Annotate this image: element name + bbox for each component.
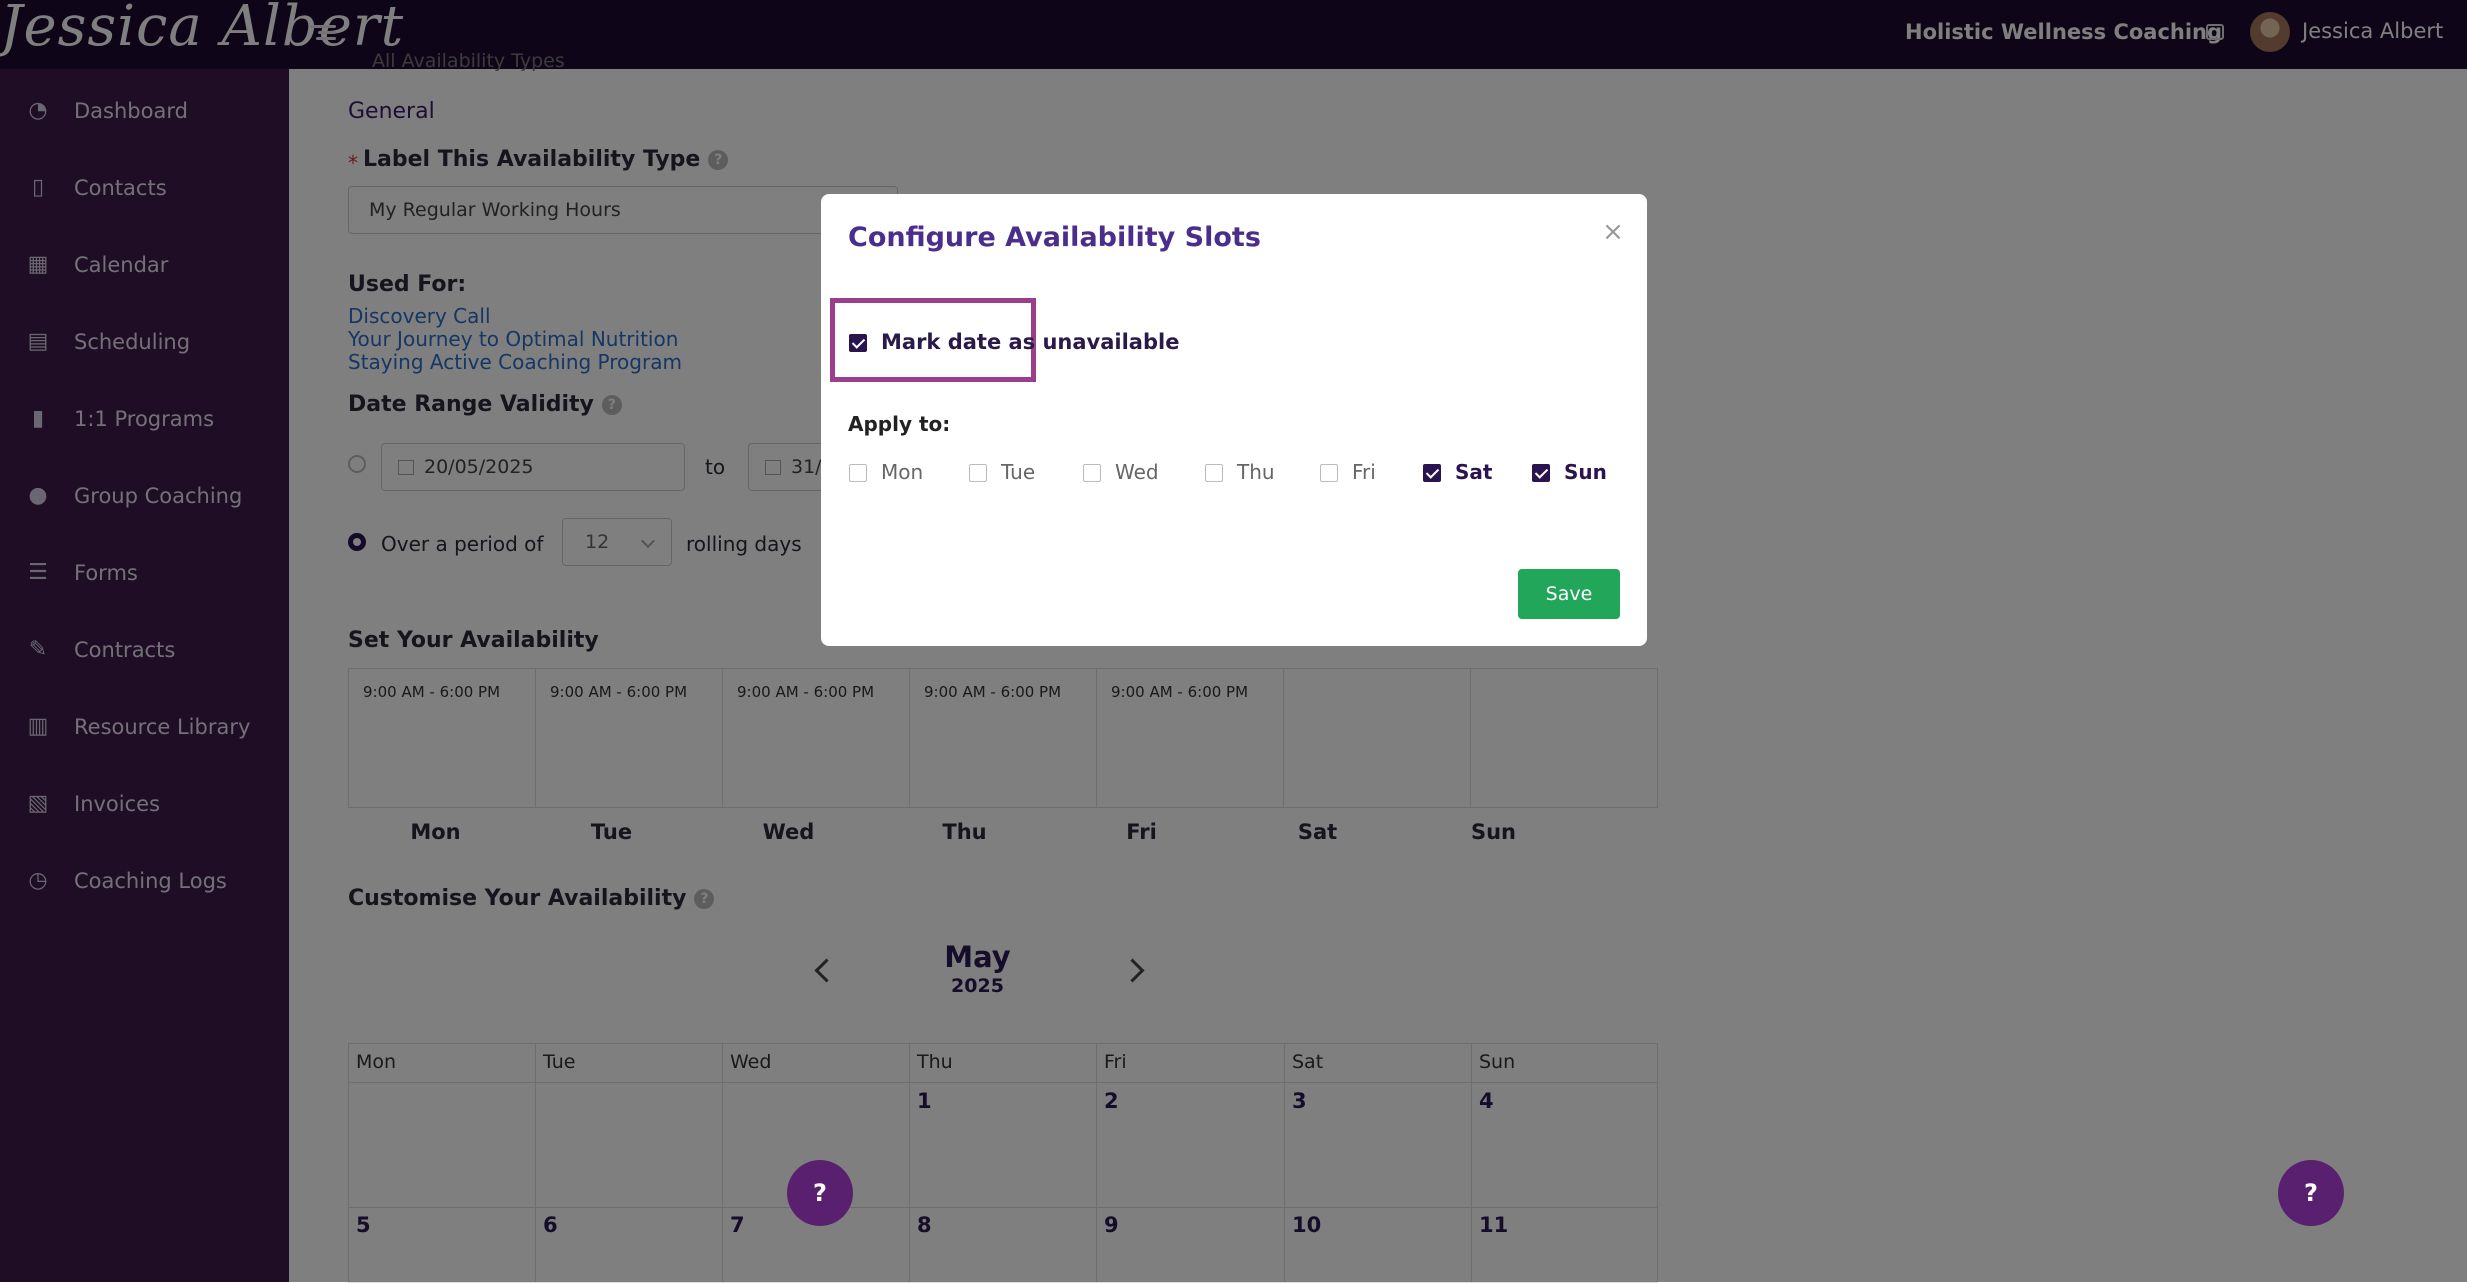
day-checkbox-wed[interactable] (1083, 464, 1101, 482)
mark-unavailable-label[interactable]: Mark date as unavailable (881, 330, 1179, 354)
modal-title: Configure Availability Slots (848, 222, 1261, 253)
day-checkbox-thu[interactable] (1205, 464, 1223, 482)
day-label[interactable]: Tue (1001, 460, 1035, 484)
day-label[interactable]: Sun (1564, 460, 1607, 484)
close-icon[interactable]: × (1600, 219, 1626, 245)
day-checkbox-sat[interactable] (1423, 464, 1441, 482)
help-button[interactable]: ? (2278, 1160, 2344, 1226)
day-checkbox-sun[interactable] (1532, 464, 1550, 482)
mark-unavailable-checkbox[interactable] (849, 334, 867, 352)
day-label[interactable]: Thu (1237, 460, 1275, 484)
day-label[interactable]: Mon (881, 460, 923, 484)
day-label[interactable]: Wed (1115, 460, 1159, 484)
help-button[interactable]: ? (787, 1160, 853, 1226)
day-checkbox-fri[interactable] (1320, 464, 1338, 482)
day-label[interactable]: Sat (1455, 460, 1492, 484)
day-checkbox-tue[interactable] (969, 464, 987, 482)
day-label[interactable]: Fri (1352, 460, 1376, 484)
day-checkbox-mon[interactable] (849, 464, 867, 482)
configure-slots-modal: Configure Availability Slots × Mark date… (821, 194, 1647, 646)
apply-to-label: Apply to: (848, 412, 951, 436)
save-button[interactable]: Save (1518, 569, 1620, 619)
